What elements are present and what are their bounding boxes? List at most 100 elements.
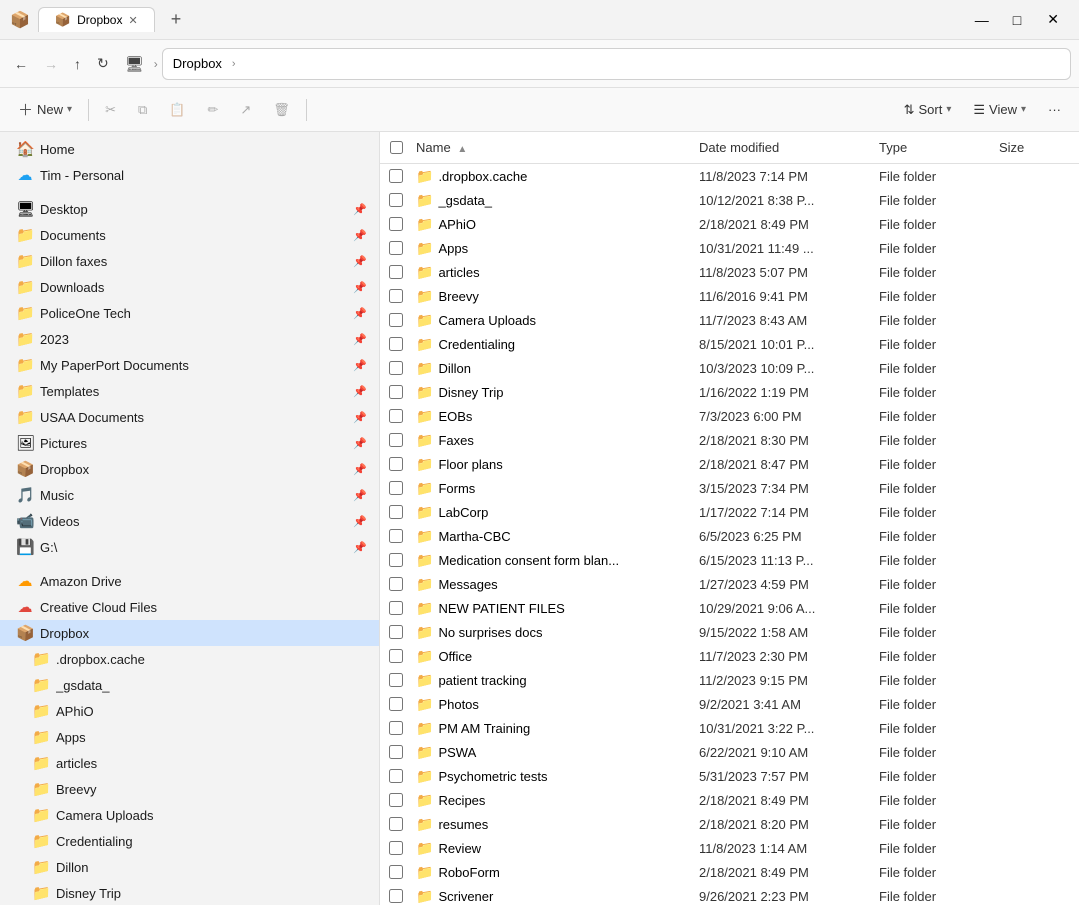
row-checkbox[interactable]: [389, 697, 403, 711]
select-all-checkbox[interactable]: [390, 141, 403, 154]
cut-button[interactable]: ✂: [95, 97, 126, 123]
sidebar-item-paperport[interactable]: 📁 My PaperPort Documents 📌: [0, 352, 379, 378]
row-checkbox[interactable]: [389, 361, 403, 375]
table-row[interactable]: 📁 PSWA 6/22/2021 9:10 AM File folder: [380, 740, 1079, 764]
row-checkbox[interactable]: [389, 577, 403, 591]
sidebar-item-tim-personal[interactable]: ☁ Tim - Personal: [0, 162, 379, 188]
row-checkbox[interactable]: [389, 313, 403, 327]
row-checkbox[interactable]: [389, 745, 403, 759]
table-row[interactable]: 📁 Dillon 10/3/2023 10:09 P... File folde…: [380, 356, 1079, 380]
column-header-date[interactable]: Date modified: [699, 140, 879, 155]
sidebar-item-dc-apps[interactable]: 📁 Apps: [0, 724, 379, 750]
sidebar-item-dc-camera-uploads[interactable]: 📁 Camera Uploads: [0, 802, 379, 828]
more-button[interactable]: ···: [1038, 97, 1071, 122]
row-checkbox[interactable]: [389, 793, 403, 807]
up-button[interactable]: ↑: [68, 52, 87, 76]
table-row[interactable]: 📁 Martha-CBC 6/5/2023 6:25 PM File folde…: [380, 524, 1079, 548]
table-row[interactable]: 📁 Faxes 2/18/2021 8:30 PM File folder: [380, 428, 1079, 452]
table-row[interactable]: 📁 RoboForm 2/18/2021 8:49 PM File folder: [380, 860, 1079, 884]
row-checkbox[interactable]: [389, 241, 403, 255]
table-row[interactable]: 📁 Breevy 11/6/2016 9:41 PM File folder: [380, 284, 1079, 308]
table-row[interactable]: 📁 Review 11/8/2023 1:14 AM File folder: [380, 836, 1079, 860]
sidebar-item-dc-gsdata[interactable]: 📁 _gsdata_: [0, 672, 379, 698]
table-row[interactable]: 📁 NEW PATIENT FILES 10/29/2021 9:06 A...…: [380, 596, 1079, 620]
table-row[interactable]: 📁 APhiO 2/18/2021 8:49 PM File folder: [380, 212, 1079, 236]
row-checkbox[interactable]: [389, 289, 403, 303]
row-checkbox[interactable]: [389, 409, 403, 423]
row-checkbox[interactable]: [389, 649, 403, 663]
table-row[interactable]: 📁 Camera Uploads 11/7/2023 8:43 AM File …: [380, 308, 1079, 332]
table-row[interactable]: 📁 Floor plans 2/18/2021 8:47 PM File fol…: [380, 452, 1079, 476]
forward-button[interactable]: →: [38, 52, 64, 76]
table-row[interactable]: 📁 Credentialing 8/15/2021 10:01 P... Fil…: [380, 332, 1079, 356]
sidebar-item-desktop[interactable]: 🖥 Desktop 📌: [0, 196, 379, 222]
table-row[interactable]: 📁 articles 11/8/2023 5:07 PM File folder: [380, 260, 1079, 284]
share-button[interactable]: ↗: [230, 97, 261, 123]
row-checkbox[interactable]: [389, 193, 403, 207]
row-checkbox[interactable]: [389, 505, 403, 519]
row-checkbox[interactable]: [389, 625, 403, 639]
table-row[interactable]: 📁 Disney Trip 1/16/2022 1:19 PM File fol…: [380, 380, 1079, 404]
table-row[interactable]: 📁 Forms 3/15/2023 7:34 PM File folder: [380, 476, 1079, 500]
window-minimize-button[interactable]: —: [967, 8, 997, 32]
row-checkbox[interactable]: [389, 601, 403, 615]
table-row[interactable]: 📁 Messages 1/27/2023 4:59 PM File folder: [380, 572, 1079, 596]
sidebar-item-policeone[interactable]: 📁 PoliceOne Tech 📌: [0, 300, 379, 326]
sidebar-item-dc-aphio[interactable]: 📁 APhiO: [0, 698, 379, 724]
sidebar-item-music[interactable]: 🎵 Music 📌: [0, 482, 379, 508]
table-row[interactable]: 📁 Office 11/7/2023 2:30 PM File folder: [380, 644, 1079, 668]
rename-button[interactable]: ✏: [197, 97, 228, 123]
column-header-type[interactable]: Type: [879, 140, 999, 155]
sidebar-item-dc-dropbox-cache[interactable]: 📁 .dropbox.cache: [0, 646, 379, 672]
column-header-size[interactable]: Size: [999, 140, 1079, 155]
column-header-name[interactable]: Name ▲: [412, 140, 699, 155]
refresh-button[interactable]: ↻: [91, 51, 115, 76]
table-row[interactable]: 📁 Psychometric tests 5/31/2023 7:57 PM F…: [380, 764, 1079, 788]
sidebar-item-videos[interactable]: 📹 Videos 📌: [0, 508, 379, 534]
table-row[interactable]: 📁 resumes 2/18/2021 8:20 PM File folder: [380, 812, 1079, 836]
sidebar-item-downloads[interactable]: 📁 Downloads 📌: [0, 274, 379, 300]
row-checkbox[interactable]: [389, 721, 403, 735]
row-checkbox[interactable]: [389, 529, 403, 543]
new-tab-button[interactable]: +: [163, 7, 190, 32]
sidebar-item-dropbox-active[interactable]: 📦 Dropbox: [0, 620, 379, 646]
paste-button[interactable]: 📋: [159, 97, 195, 123]
sidebar-item-g-drive[interactable]: 💾 G:\ 📌: [0, 534, 379, 560]
row-checkbox[interactable]: [389, 865, 403, 879]
row-checkbox[interactable]: [389, 481, 403, 495]
row-checkbox[interactable]: [389, 433, 403, 447]
row-checkbox[interactable]: [389, 817, 403, 831]
table-row[interactable]: 📁 Recipes 2/18/2021 8:49 PM File folder: [380, 788, 1079, 812]
address-input[interactable]: Dropbox ›: [162, 48, 1071, 80]
table-row[interactable]: 📁 EOBs 7/3/2023 6:00 PM File folder: [380, 404, 1079, 428]
sidebar-item-dc-disney-trip[interactable]: 📁 Disney Trip: [0, 880, 379, 905]
sidebar-item-pictures[interactable]: 🖼 Pictures 📌: [0, 430, 379, 456]
sidebar-item-usaa[interactable]: 📁 USAA Documents 📌: [0, 404, 379, 430]
sidebar-item-templates[interactable]: 📁 Templates 📌: [0, 378, 379, 404]
new-button[interactable]: ＋ New ▾: [8, 94, 82, 125]
row-checkbox[interactable]: [389, 337, 403, 351]
sidebar-item-amazon-drive[interactable]: ☁ Amazon Drive: [0, 568, 379, 594]
sidebar-item-dc-breevy[interactable]: 📁 Breevy: [0, 776, 379, 802]
sidebar-item-dc-dillon[interactable]: 📁 Dillon: [0, 854, 379, 880]
table-row[interactable]: 📁 LabCorp 1/17/2022 7:14 PM File folder: [380, 500, 1079, 524]
sidebar-item-dillon-faxes[interactable]: 📁 Dillon faxes 📌: [0, 248, 379, 274]
window-close-button[interactable]: ✕: [1037, 7, 1069, 32]
row-checkbox[interactable]: [389, 217, 403, 231]
table-row[interactable]: 📁 Apps 10/31/2021 11:49 ... File folder: [380, 236, 1079, 260]
sidebar-item-dc-credentialing[interactable]: 📁 Credentialing: [0, 828, 379, 854]
window-maximize-button[interactable]: □: [1005, 8, 1029, 32]
table-row[interactable]: 📁 No surprises docs 9/15/2022 1:58 AM Fi…: [380, 620, 1079, 644]
row-checkbox[interactable]: [389, 553, 403, 567]
sort-button[interactable]: ⇅ Sort ▾: [894, 97, 962, 123]
row-checkbox[interactable]: [389, 169, 403, 183]
sidebar-item-home[interactable]: 🏠 Home: [0, 136, 379, 162]
row-checkbox[interactable]: [389, 841, 403, 855]
header-checkbox[interactable]: [380, 141, 412, 154]
table-row[interactable]: 📁 patient tracking 11/2/2023 9:15 PM Fil…: [380, 668, 1079, 692]
row-checkbox[interactable]: [389, 673, 403, 687]
table-row[interactable]: 📁 _gsdata_ 10/12/2021 8:38 P... File fol…: [380, 188, 1079, 212]
table-row[interactable]: 📁 Photos 9/2/2021 3:41 AM File folder: [380, 692, 1079, 716]
table-row[interactable]: 📁 Medication consent form blan... 6/15/2…: [380, 548, 1079, 572]
sidebar-item-2023[interactable]: 📁 2023 📌: [0, 326, 379, 352]
